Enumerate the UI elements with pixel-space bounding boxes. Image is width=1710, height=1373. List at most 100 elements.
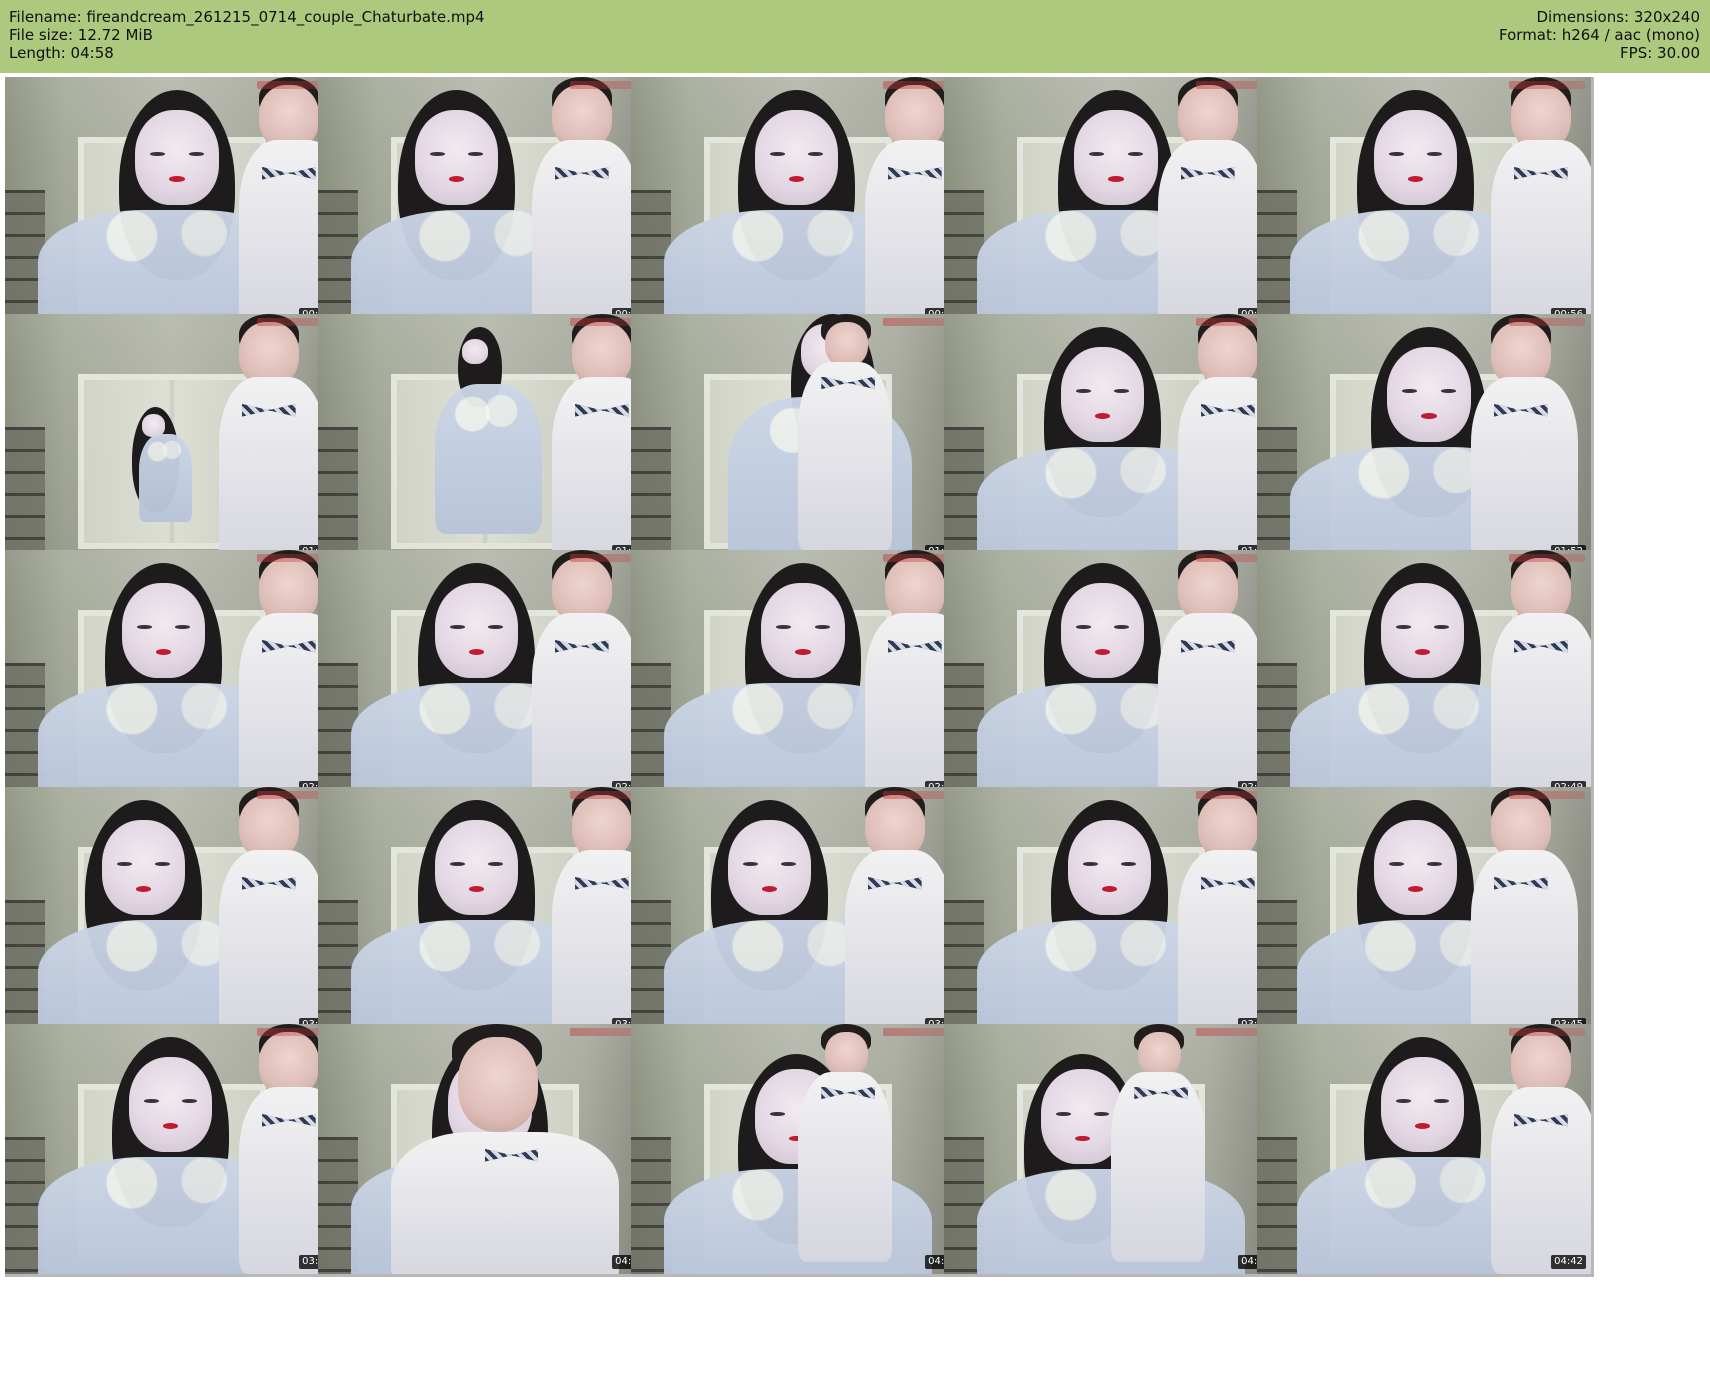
left-eye	[449, 862, 465, 867]
woman-face	[135, 109, 219, 205]
video-thumbnail: 04:19	[631, 1024, 968, 1277]
video-thumbnail: 03:45	[1257, 787, 1594, 1040]
red-lips	[1414, 649, 1430, 655]
woman-face	[434, 819, 519, 915]
couple-standing-icon	[944, 1024, 1278, 1274]
red-lips	[1095, 649, 1111, 655]
man-shirt	[218, 376, 326, 564]
woman-face	[121, 582, 206, 678]
thumbnail-grid: 00:1100:2200:3300:4500:56 01:0701:1901:30…	[0, 0, 1710, 1373]
woman-distant-icon	[5, 314, 339, 564]
left-eye	[1082, 862, 1098, 867]
video-thumbnail: 03:00	[5, 787, 342, 1040]
man-shirt	[1490, 612, 1591, 800]
red-lips	[449, 176, 465, 182]
woman-face	[727, 819, 812, 915]
wire-shelf	[631, 426, 672, 564]
right-eye	[1127, 152, 1143, 157]
red-lips	[1101, 886, 1117, 892]
woman-face	[1060, 582, 1145, 678]
woman-dress	[138, 434, 193, 522]
couple-side-icon	[1257, 1024, 1591, 1274]
left-eye	[1055, 1111, 1071, 1116]
left-eye	[136, 625, 152, 630]
thumbnail-timestamp: 04:42	[1551, 1255, 1586, 1269]
woman-closeup-icon	[944, 314, 1278, 564]
left-eye	[1395, 625, 1411, 630]
woman-closeup-icon	[631, 550, 965, 800]
man-shirt	[844, 849, 952, 1037]
red-lips	[156, 649, 172, 655]
couple-closeup-icon	[5, 787, 339, 1037]
watermark	[1509, 791, 1585, 799]
right-eye	[1121, 862, 1137, 867]
woman-face	[434, 582, 519, 678]
left-eye	[1388, 152, 1404, 157]
left-eye	[1395, 1099, 1411, 1104]
left-eye	[742, 862, 758, 867]
left-eye	[1402, 389, 1418, 394]
video-thumbnail: 01:41	[944, 314, 1281, 567]
video-thumbnail: 00:11	[5, 77, 342, 330]
couple-closeup-icon	[5, 1024, 339, 1274]
man-shirt	[218, 849, 326, 1037]
woman-closeup-icon	[1257, 77, 1591, 327]
video-thumbnail: 03:23	[631, 787, 968, 1040]
wire-shelf	[318, 426, 359, 564]
man-shirt	[1111, 1071, 1205, 1262]
right-eye	[468, 152, 484, 157]
woman-face	[1373, 109, 1458, 205]
video-thumbnail: 01:07	[5, 314, 342, 567]
man-shirt	[1490, 139, 1591, 327]
left-eye	[1089, 152, 1105, 157]
right-eye	[1427, 152, 1443, 157]
man-head	[824, 321, 869, 367]
woman-face	[1387, 346, 1471, 442]
watermark	[1509, 554, 1585, 562]
woman-closeup-icon	[944, 77, 1278, 327]
red-lips	[788, 176, 804, 182]
man-shirt	[1157, 612, 1265, 800]
right-eye	[155, 862, 171, 867]
red-lips	[169, 176, 185, 182]
woman-closeup-icon	[5, 77, 339, 327]
left-eye	[769, 152, 785, 157]
man-shirt	[531, 139, 639, 327]
man-shirt	[1490, 1086, 1591, 1274]
woman-face	[414, 109, 499, 205]
woman-sitting-icon	[318, 314, 652, 564]
woman-face	[128, 1056, 213, 1152]
right-eye	[1427, 862, 1443, 867]
woman-face	[1373, 819, 1458, 915]
woman-standing-icon	[631, 314, 965, 564]
man-shirt	[1470, 849, 1578, 1037]
watermark	[1509, 1028, 1585, 1036]
left-eye	[1075, 625, 1091, 630]
red-lips	[795, 649, 811, 655]
right-eye	[1114, 389, 1130, 394]
woman-face	[1060, 346, 1145, 442]
red-lips	[469, 886, 485, 892]
man-head	[1137, 1031, 1182, 1077]
wire-shelf	[5, 426, 46, 564]
right-eye	[1094, 1111, 1110, 1116]
video-thumbnail: 00:33	[631, 77, 968, 330]
left-eye	[449, 625, 465, 630]
woman-face	[1074, 109, 1158, 205]
couple-closeup-icon	[631, 77, 965, 327]
woman-closeup-icon	[1257, 314, 1591, 564]
red-lips	[1075, 1135, 1091, 1142]
man-shirt	[531, 612, 639, 800]
woman-face	[1380, 1056, 1465, 1152]
red-lips	[136, 886, 152, 892]
video-thumbnail: 03:12	[318, 787, 655, 1040]
video-thumbnail: 02:49	[1257, 550, 1594, 803]
red-lips	[1408, 176, 1424, 182]
man-shirt	[798, 1071, 892, 1262]
woman-closeup-icon	[5, 550, 339, 800]
video-thumbnail: 04:42	[1257, 1024, 1594, 1277]
video-thumbnail: 01:52	[1257, 314, 1594, 567]
video-thumbnail: 00:45	[944, 77, 1281, 330]
watermark	[1509, 81, 1585, 89]
video-thumbnail: 02:38	[944, 550, 1281, 803]
